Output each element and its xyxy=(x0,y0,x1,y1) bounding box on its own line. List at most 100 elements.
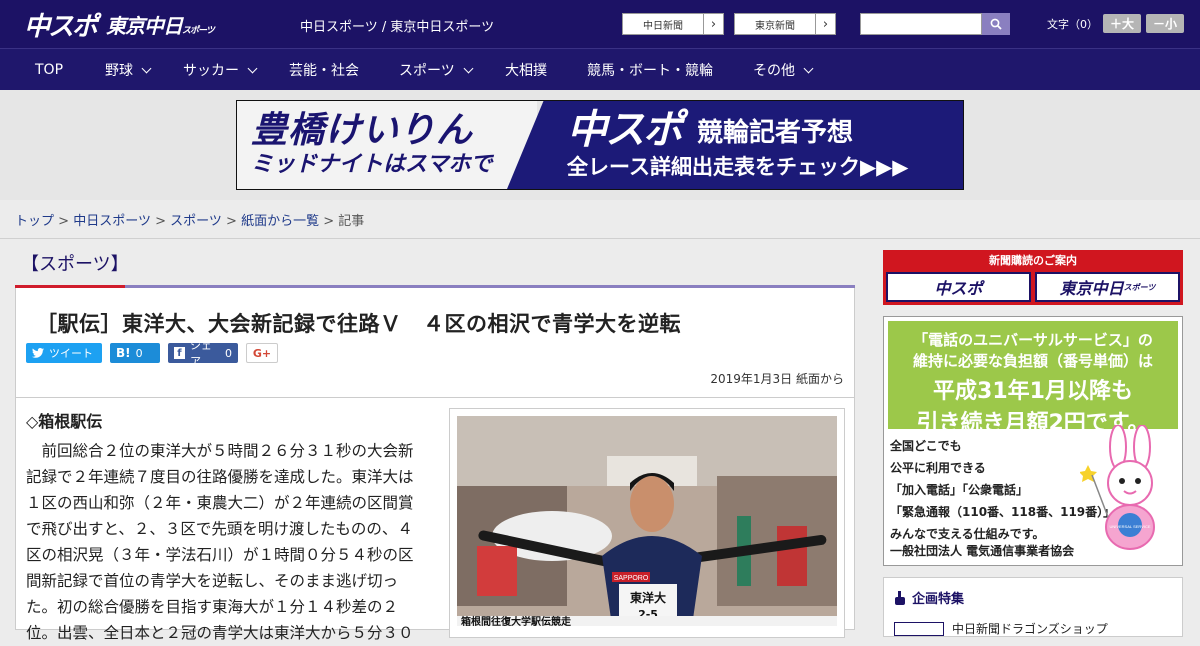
site-logo[interactable]: 中スポ 東京中日スポーツ xyxy=(24,8,215,42)
nav-label: 野球 xyxy=(105,63,133,79)
nav-label: TOP xyxy=(35,62,64,78)
site-name-link[interactable]: 中日スポーツ / 東京中日スポーツ xyxy=(300,16,494,35)
breadcrumb-chunichi-sports[interactable]: 中日スポーツ xyxy=(73,214,151,229)
subscription-box[interactable]: 新聞購読のご案内 中スポ 東京中日 スポーツ xyxy=(883,250,1183,305)
main-nav: TOP 野球 サッカー 芸能・社会 スポーツ 大相撲 競馬・ボート・競輪 その他 xyxy=(0,48,1200,90)
chevron-down-icon xyxy=(803,63,814,73)
facebook-count: 0 xyxy=(225,346,232,360)
article-body-card: ◇箱根駅伝 前回総合２位の東洋大が５時間２６分３１秒の大会新記録で２年連続７度目… xyxy=(15,398,855,642)
chevron-down-icon xyxy=(141,63,152,73)
rabbit-mascot-icon: UNIVERSAL SERVICE xyxy=(1080,425,1155,550)
banner-left-panel: 豊橋けいりん ミッドナイトはスマホで xyxy=(237,101,537,189)
feature-title-row: 企画特集 xyxy=(894,588,964,607)
divider xyxy=(0,238,1200,239)
breadcrumb-separator: > xyxy=(226,214,237,229)
article-headline: ［駅伝］東洋大、大会新記録で往路Ｖ ４区の相沢で青学大を逆転 xyxy=(36,312,681,336)
subscribe-tokyo-small: スポーツ xyxy=(1123,282,1156,292)
nav-label: その他 xyxy=(753,63,795,79)
font-bigger-button[interactable]: ＋大 xyxy=(1103,14,1142,33)
subscribe-tokyo-link[interactable]: 東京中日 スポーツ xyxy=(1035,272,1180,302)
article-body: 前回総合２位の東洋大が５時間２６分３１秒の大会新記録で２年連続７度目の往路優勝を… xyxy=(26,442,414,642)
tweet-label: ツイート xyxy=(49,347,93,360)
photo-bib-name: 東洋大 xyxy=(630,590,666,605)
breadcrumb-separator: > xyxy=(58,214,70,229)
ad-footer: 一般社団法人 電気通信事業者協会 xyxy=(890,544,1075,558)
nav-soccer[interactable]: サッカー xyxy=(183,49,258,91)
chevron-right-icon: › xyxy=(703,14,723,34)
universal-service-ad[interactable]: 「電話のユニバーサルサービス」の 維持に必要な負担額（番号単価）は 平成31年1… xyxy=(883,316,1183,566)
logo-tokyo-chunichi: 東京中日スポーツ xyxy=(106,10,215,39)
runner-photo: SAPPORO 東洋大 2-5 箱根間往復大学駅伝競走 xyxy=(457,416,837,626)
subscribe-tokyo-label: 東京中日 xyxy=(1059,279,1124,298)
breadcrumb-paper-list[interactable]: 紙面から一覧 xyxy=(241,214,319,229)
nav-other[interactable]: その他 xyxy=(753,49,814,91)
chevron-down-icon xyxy=(247,63,258,73)
nav-baseball[interactable]: 野球 xyxy=(105,49,152,91)
feature-thumbnail xyxy=(894,621,944,636)
photo-finish-tape-text: 箱根間往復大学駅伝競走 xyxy=(461,615,572,626)
subscribe-chuspo-label: 中スポ xyxy=(934,279,983,298)
article-subhead: ◇箱根駅伝 xyxy=(26,412,103,431)
nav-sumo[interactable]: 大相撲 xyxy=(505,49,547,91)
nav-label: 競馬・ボート・競輪 xyxy=(587,63,713,79)
logo-chuspo: 中スポ xyxy=(24,11,98,42)
nav-label: スポーツ xyxy=(399,63,455,79)
hatena-bookmark-button[interactable]: B! 0 xyxy=(110,343,160,363)
search-input[interactable] xyxy=(860,13,982,35)
article-photo-frame: SAPPORO 東洋大 2-5 箱根間往復大学駅伝競走 xyxy=(449,408,845,638)
chevron-down-icon xyxy=(463,63,474,73)
article-photo[interactable]: SAPPORO 東洋大 2-5 箱根間往復大学駅伝競走 xyxy=(457,416,837,626)
ext-link-label: 東京新聞 xyxy=(755,20,795,32)
ext-link-label: 中日新聞 xyxy=(643,20,683,32)
banner-subtitle: ミッドナイトはスマホで xyxy=(251,152,493,177)
keirin-ad-banner[interactable]: 豊橋けいりん ミッドナイトはスマホで 中スポ 競輪記者予想 全レース詳細出走表を… xyxy=(236,100,964,190)
google-plus-button[interactable]: G+ xyxy=(246,343,278,363)
breadcrumb-top[interactable]: トップ xyxy=(15,214,54,229)
nav-racing[interactable]: 競馬・ボート・競輪 xyxy=(587,49,713,91)
font-smaller-button[interactable]: －小 xyxy=(1146,14,1185,33)
banner-right-title: 競輪記者予想 xyxy=(697,117,854,148)
section-label: 【スポーツ】 xyxy=(21,254,129,275)
banner-right-panel: 中スポ 競輪記者予想 全レース詳細出走表をチェック▶▶▶ xyxy=(507,101,963,189)
article-date: 2019年1月3日 紙面から xyxy=(710,372,844,386)
font-size-label: 文字（0） xyxy=(1047,17,1098,31)
feature-section: 企画特集 中日新聞ドラゴンズショップ xyxy=(883,577,1183,637)
rabbit-badge-text: UNIVERSAL SERVICE xyxy=(1109,524,1150,529)
tweet-button[interactable]: ツイート xyxy=(26,343,102,363)
search-button[interactable] xyxy=(982,13,1010,35)
nav-entertainment[interactable]: 芸能・社会 xyxy=(289,49,359,91)
hatena-count: 0 xyxy=(135,346,143,360)
banner-brand-row: 中スポ 競輪記者予想 xyxy=(567,108,963,152)
share-buttons: ツイート B! 0 f シェア 0 G+ xyxy=(26,339,278,368)
article-main: 【スポーツ】 ［駅伝］東洋大、大会新記録で往路Ｖ ４区の相沢で青学大を逆転 ツイ… xyxy=(15,250,855,642)
breadcrumb: トップ > 中日スポーツ > スポーツ > 紙面から一覧 > 記事 xyxy=(15,210,364,229)
ad-headline-block: 「電話のユニバーサルサービス」の 維持に必要な負担額（番号単価）は 平成31年1… xyxy=(888,321,1178,436)
chunichi-shimbun-link[interactable]: 中日新聞 › xyxy=(622,13,724,35)
nav-top[interactable]: TOP xyxy=(35,49,63,91)
search-icon xyxy=(990,18,1002,30)
twitter-icon xyxy=(32,348,44,358)
subscribe-chuspo-link[interactable]: 中スポ xyxy=(886,272,1031,302)
logo-tokyo-small: スポーツ xyxy=(182,25,215,36)
nav-label: 芸能・社会 xyxy=(289,63,359,79)
logo-tokyo-text: 東京中日 xyxy=(106,13,183,38)
nav-sports[interactable]: スポーツ xyxy=(399,49,474,91)
breadcrumb-sports[interactable]: スポーツ xyxy=(170,214,222,229)
breadcrumb-current: 記事 xyxy=(338,214,365,229)
tokyo-shimbun-link[interactable]: 東京新聞 › xyxy=(734,13,836,35)
nav-label: サッカー xyxy=(183,63,239,79)
feature-item-link[interactable]: 中日新聞ドラゴンズショップ xyxy=(894,620,1108,637)
facebook-share-button[interactable]: f シェア 0 xyxy=(168,339,238,368)
breadcrumb-separator: > xyxy=(323,214,335,229)
banner-title: 豊橋けいりん xyxy=(251,110,474,151)
facebook-icon: f xyxy=(174,347,185,359)
banner-area: 豊橋けいりん ミッドナイトはスマホで 中スポ 競輪記者予想 全レース詳細出走表を… xyxy=(0,90,1200,200)
facebook-label: シェア xyxy=(189,339,212,368)
headline-card: ［駅伝］東洋大、大会新記録で往路Ｖ ４区の相沢で青学大を逆転 ツイート B! 0… xyxy=(15,288,855,398)
top-header: 中スポ 東京中日スポーツ 中日スポーツ / 東京中日スポーツ 中日新聞 › 東京… xyxy=(0,0,1200,48)
hand-pointer-icon xyxy=(895,590,905,605)
chevron-right-icon: › xyxy=(815,14,835,34)
feature-item-label: 中日新聞ドラゴンズショップ xyxy=(952,622,1108,636)
ad-line: 「電話のユニバーサルサービス」の xyxy=(913,331,1153,349)
breadcrumb-separator: > xyxy=(155,214,166,229)
